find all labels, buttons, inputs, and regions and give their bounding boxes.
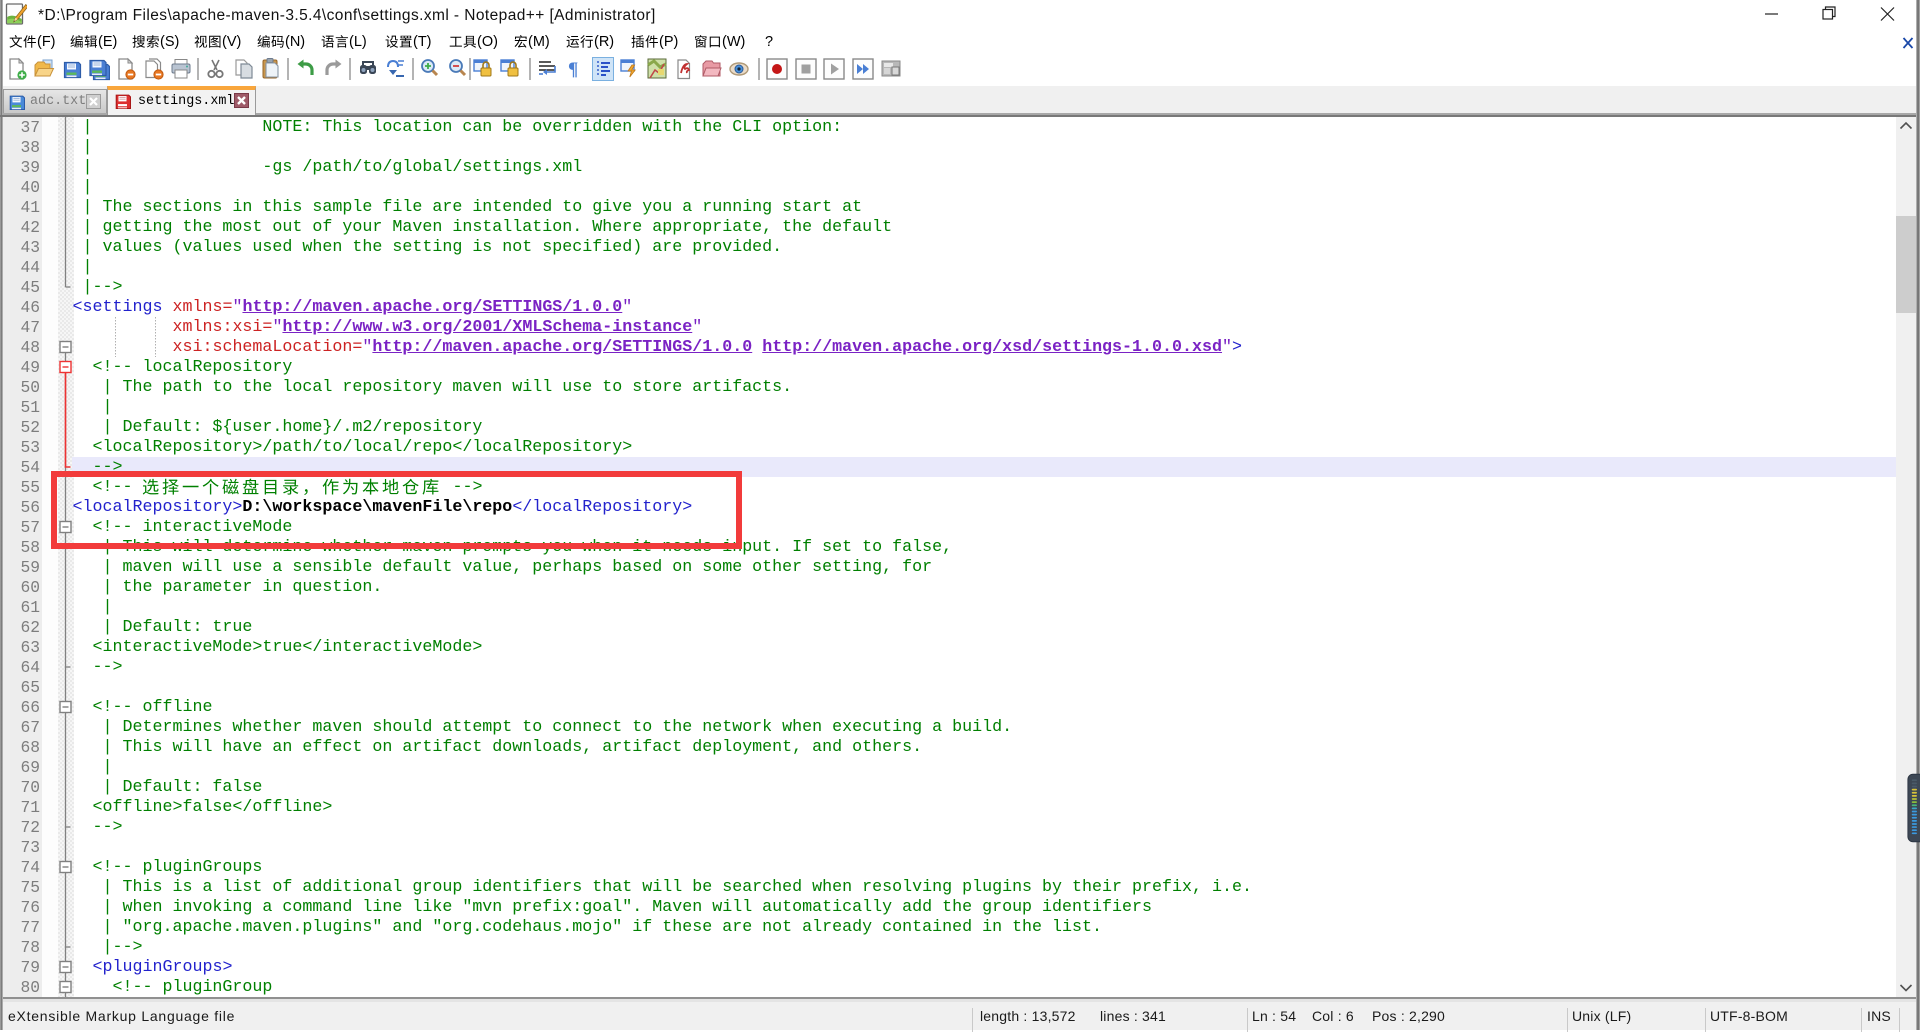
svg-text:¶: ¶: [568, 59, 578, 80]
